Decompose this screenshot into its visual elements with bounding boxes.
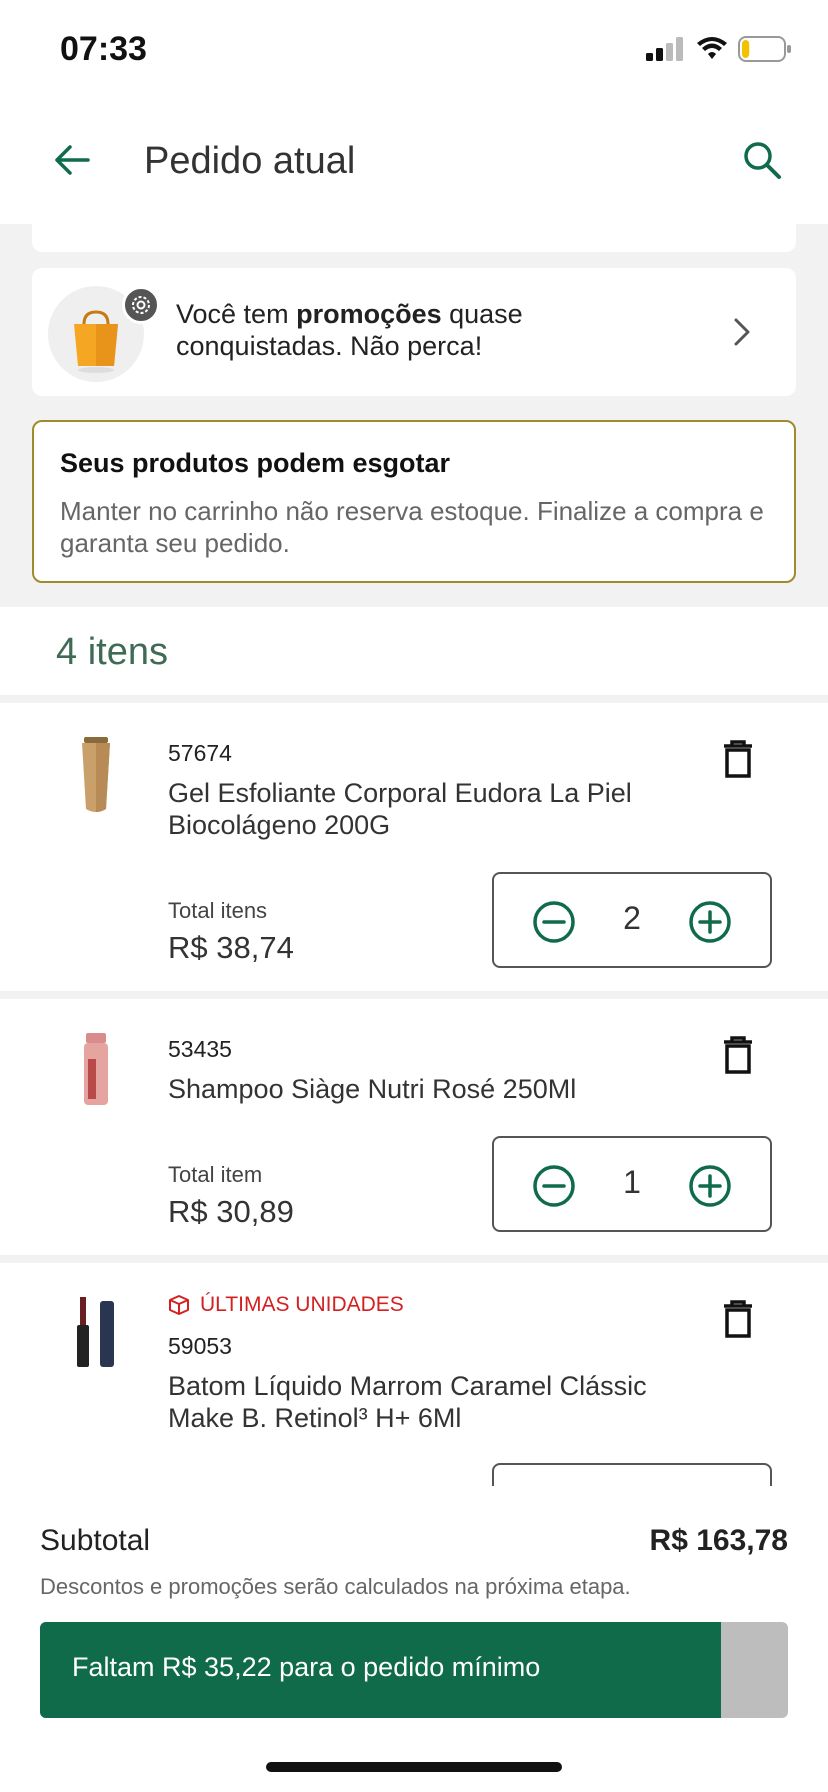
- total-value: R$ 30,89: [168, 1194, 294, 1229]
- items-count: 4 itens: [56, 631, 168, 673]
- item-code: 53435: [168, 1036, 232, 1062]
- quantity-stepper: 2: [492, 872, 772, 968]
- total-label: Total item: [168, 1162, 263, 1187]
- minus-circle-icon[interactable]: [532, 900, 576, 944]
- low-stock-badge: ÚLTIMAS UNIDADES: [168, 1293, 404, 1317]
- subtotal-value: R$ 163,78: [649, 1524, 788, 1557]
- promotions-text: Você tem promoções quase conquistadas. N…: [176, 299, 523, 361]
- wifi-icon: [697, 37, 727, 59]
- total-label: Total itens: [168, 898, 268, 923]
- product-image: [82, 737, 110, 812]
- quantity-value[interactable]: 1: [594, 1164, 670, 1201]
- plus-circle-icon[interactable]: [688, 1164, 732, 1208]
- shopping-bag-icon: [48, 286, 160, 382]
- minus-circle-icon[interactable]: [532, 1164, 576, 1208]
- cart-item: 53435 Shampoo Siàge Nutri Rosé 250Ml Tot…: [0, 999, 828, 1255]
- item-name: Batom Líquido Marrom Caramel Clássic Mak…: [168, 1371, 647, 1433]
- total-value: R$ 38,74: [168, 930, 294, 965]
- search-icon[interactable]: [740, 138, 784, 182]
- trash-icon[interactable]: [720, 739, 756, 779]
- box-icon: [169, 1295, 189, 1315]
- status-time: 07:33: [60, 30, 147, 68]
- status-icons: [646, 36, 792, 62]
- product-image: [84, 1033, 108, 1105]
- discount-note: Descontos e promoções serão calculados n…: [40, 1574, 631, 1599]
- item-code: 57674: [168, 740, 232, 766]
- product-image: [77, 1297, 114, 1367]
- trash-icon[interactable]: [720, 1035, 756, 1075]
- chevron-right-icon: [734, 318, 750, 346]
- page-title: Pedido atual: [144, 140, 356, 182]
- minimum-order-button[interactable]: Faltam R$ 35,22 para o pedido mínimo: [40, 1622, 788, 1718]
- app-bar: Pedido atual: [0, 100, 828, 224]
- minimum-order-text: Faltam R$ 35,22 para o pedido mínimo: [72, 1652, 541, 1682]
- warning-body: Manter no carrinho não reserva estoque. …: [60, 496, 764, 558]
- signal-icon: [646, 37, 683, 61]
- promotions-card[interactable]: Você tem promoções quase conquistadas. N…: [32, 268, 796, 396]
- low-stock-label: ÚLTIMAS UNIDADES: [200, 1293, 404, 1316]
- quantity-value[interactable]: 2: [594, 900, 670, 937]
- stock-warning-card: Seus produtos podem esgotar Manter no ca…: [32, 420, 796, 583]
- back-arrow-icon[interactable]: [50, 138, 94, 182]
- cart-item: 57674 Gel Esfoliante Corporal Eudora La …: [0, 703, 828, 991]
- plus-circle-icon[interactable]: [688, 900, 732, 944]
- status-bar: 07:33: [0, 0, 828, 100]
- item-code: 59053: [168, 1333, 232, 1359]
- items-header: 4 itens: [0, 607, 828, 695]
- item-name: Shampoo Siàge Nutri Rosé 250Ml: [168, 1074, 577, 1104]
- item-name: Gel Esfoliante Corporal Eudora La Piel B…: [168, 778, 632, 840]
- subtotal-label: Subtotal: [40, 1524, 151, 1557]
- gear-badge-icon: [122, 286, 160, 324]
- home-indicator: [266, 1762, 562, 1772]
- trash-icon[interactable]: [720, 1299, 756, 1339]
- quantity-stepper: 1: [492, 1136, 772, 1232]
- order-summary-sheet: Subtotal R$ 163,78 Descontos e promoções…: [0, 1486, 828, 1792]
- battery-icon: [738, 36, 791, 62]
- previous-card-edge: [32, 224, 796, 252]
- warning-title: Seus produtos podem esgotar: [60, 448, 451, 478]
